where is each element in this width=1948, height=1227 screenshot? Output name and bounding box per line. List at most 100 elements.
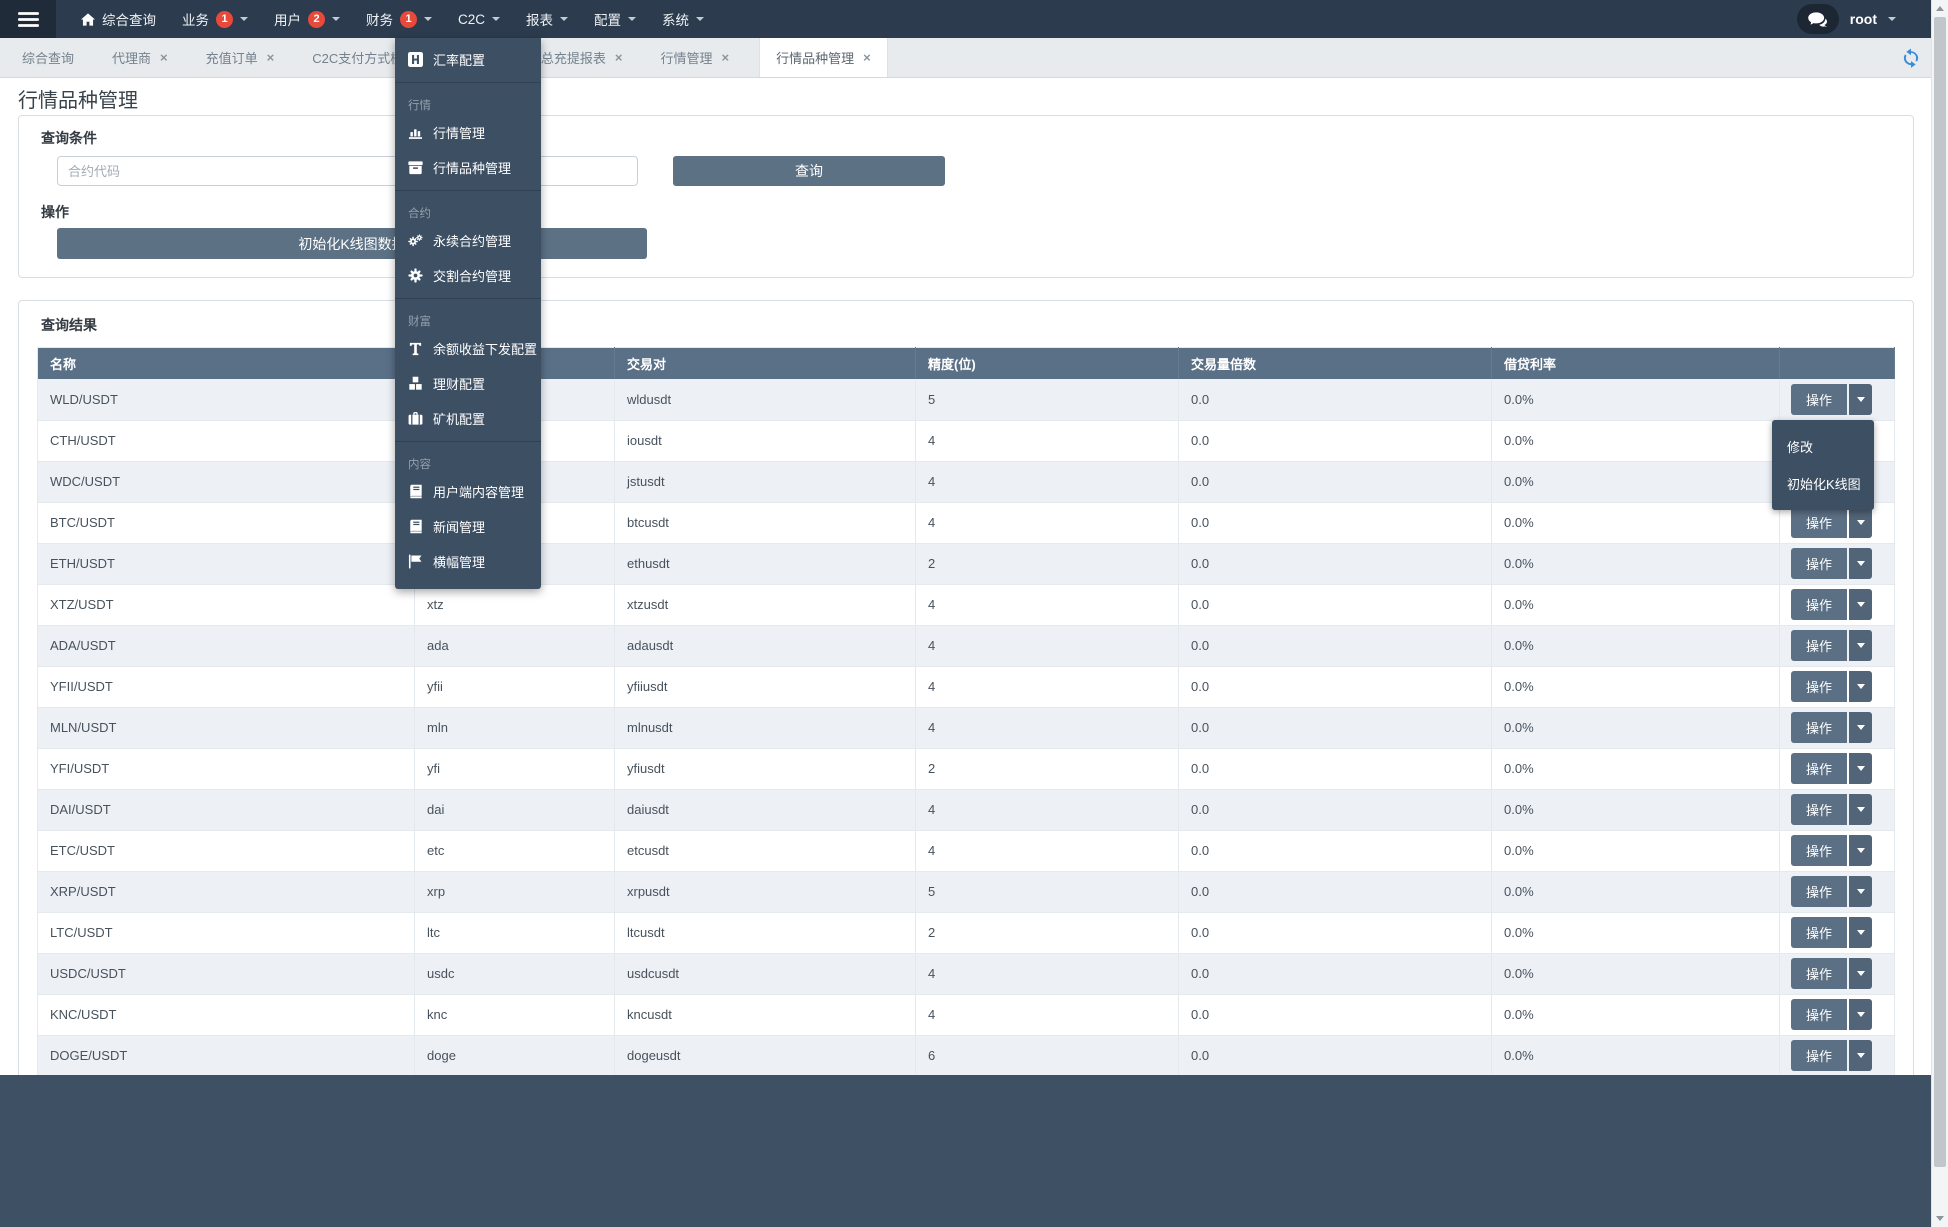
row-action-caret-button[interactable] [1849,589,1872,620]
row-menu-item-edit[interactable]: 修改 [1772,428,1874,465]
row-action-caret-button[interactable] [1849,876,1872,907]
refresh-tabs-button[interactable] [1901,48,1921,68]
row-action-button[interactable]: 操作 [1791,999,1847,1030]
row-action-dropdown-menu: 修改 初始化K线图 [1772,420,1874,510]
menu-section-header: 财富 [408,316,431,328]
row-action-button[interactable]: 操作 [1791,507,1847,538]
row-action-caret-button[interactable] [1849,671,1872,702]
navbar-item-finance[interactable]: 财务 1 [353,0,445,38]
cell-actions: 操作 [1779,666,1895,708]
navbar-item-system[interactable]: 系统 [649,0,717,38]
cubes-icon [408,376,423,391]
contract-code-input[interactable] [57,156,638,186]
table-row: DAI/USDT dai daiusdt 4 0.0 0.0% 操作 [37,789,1895,831]
tab-deposit-withdraw-report[interactable]: 总充提报表 × [533,38,631,77]
c2c-menu-item-delivery-contract-management[interactable]: 交割合约管理 [395,258,541,293]
row-action-caret-button[interactable] [1849,835,1872,866]
c2c-menu-item-banner-management[interactable]: 横幅管理 [395,544,541,579]
scrollbar-thumb[interactable] [1934,17,1946,1167]
row-action-caret-button[interactable] [1849,548,1872,579]
messages-button[interactable] [1796,4,1839,34]
menu-divider [395,82,541,83]
cell-borrow-rate: 0.0% [1491,871,1780,913]
row-action-caret-button[interactable] [1849,753,1872,784]
row-action-button[interactable]: 操作 [1791,630,1847,661]
close-icon[interactable]: × [721,50,729,65]
row-action-button[interactable]: 操作 [1791,794,1847,825]
cell-volume-multiple: 0.0 [1178,994,1492,1036]
row-action-caret-button[interactable] [1849,383,1872,415]
row-action-caret-button[interactable] [1849,630,1872,661]
c2c-menu-item-exchange-rate-config[interactable]: 汇率配置 [395,42,541,77]
cell-name: YFII/USDT [37,666,415,708]
tab-market-symbol-management[interactable]: 行情品种管理 × [759,38,888,77]
cell-pair: wldusdt [614,379,916,421]
tab-market-management[interactable]: 行情管理 × [652,38,737,77]
c2c-menu-item-balance-income-config[interactable]: 余额收益下发配置 [395,331,541,366]
scrollbar-down-arrow[interactable] [1936,1216,1944,1221]
row-action-button[interactable]: 操作 [1791,753,1847,784]
row-action-button[interactable]: 操作 [1791,383,1847,415]
row-action-button[interactable]: 操作 [1791,876,1847,907]
cell-pair: dogeusdt [614,1035,916,1077]
c2c-menu-item-client-content-management[interactable]: 用户端内容管理 [395,474,541,509]
row-menu-item-init-kline[interactable]: 初始化K线图 [1772,465,1874,502]
row-action-button[interactable]: 操作 [1791,712,1847,743]
chevron-down-icon [1888,17,1896,21]
c2c-menu-item-perpetual-contract-management[interactable]: 永续合约管理 [395,223,541,258]
c2c-menu-item-news-management[interactable]: 新闻管理 [395,509,541,544]
search-button[interactable]: 查询 [673,156,945,186]
table-row: KNC/USDT knc kncusdt 4 0.0 0.0% 操作 [37,994,1895,1036]
row-action-button[interactable]: 操作 [1791,958,1847,989]
row-action-split-button: 操作 [1791,917,1872,948]
row-action-button[interactable]: 操作 [1791,589,1847,620]
row-action-caret-button[interactable] [1849,712,1872,743]
username-menu[interactable]: root [1850,11,1877,27]
cell-actions: 操作 [1779,584,1895,626]
scrollbar-up-arrow[interactable] [1936,6,1944,11]
flag-icon [408,554,423,569]
vertical-scrollbar[interactable] [1931,0,1948,1227]
row-action-button[interactable]: 操作 [1791,835,1847,866]
cell-name: LTC/USDT [37,912,415,954]
row-action-button[interactable]: 操作 [1791,548,1847,579]
row-action-caret-button[interactable] [1849,507,1872,538]
row-action-caret-button[interactable] [1849,999,1872,1030]
tab-deposit-orders[interactable]: 充值订单 × [198,38,283,77]
c2c-menu-item-miner-config[interactable]: 矿机配置 [395,401,541,436]
cell-code: yfii [414,666,615,708]
navbar-item-business[interactable]: 业务 1 [169,0,261,38]
cell-borrow-rate: 0.0% [1491,625,1780,667]
cell-code: xtz [414,584,615,626]
row-action-caret-button[interactable] [1849,958,1872,989]
c2c-menu-item-market-symbol-management[interactable]: 行情品种管理 [395,150,541,185]
tab-agents[interactable]: 代理商 × [104,38,176,77]
results-label: 查询结果 [41,317,97,333]
sidebar-toggle-button[interactable] [0,0,56,38]
navbar-item-c2c[interactable]: C2C [445,0,513,38]
row-action-button[interactable]: 操作 [1791,1040,1847,1071]
row-action-caret-button[interactable] [1849,917,1872,948]
close-icon[interactable]: × [615,50,623,65]
row-action-button[interactable]: 操作 [1791,917,1847,948]
cell-name: DAI/USDT [37,789,415,831]
navbar-item-users[interactable]: 用户 2 [261,0,353,38]
cell-volume-multiple: 0.0 [1178,1035,1492,1077]
row-action-caret-button[interactable] [1849,794,1872,825]
navbar-item-summary[interactable]: 综合查询 [68,0,169,38]
init-kline-data-button[interactable]: 初始化K线图数据 [57,228,647,259]
row-action-caret-button[interactable] [1849,1040,1872,1071]
c2c-menu-item-wealth-config[interactable]: 理财配置 [395,366,541,401]
table-row: WLD/USDT wldusdt 5 0.0 0.0% 操作 [37,379,1895,421]
navbar-item-config[interactable]: 配置 [581,0,649,38]
menu-section-header: 内容 [408,459,431,471]
close-icon[interactable]: × [160,50,168,65]
row-action-button[interactable]: 操作 [1791,671,1847,702]
table-row: DOGE/USDT doge dogeusdt 6 0.0 0.0% 操作 [37,1035,1895,1077]
tab-summary[interactable]: 综合查询 [14,38,82,77]
cell-precision: 4 [915,953,1179,995]
close-icon[interactable]: × [863,50,871,65]
navbar-item-reports[interactable]: 报表 [513,0,581,38]
c2c-menu-item-market-management[interactable]: 行情管理 [395,115,541,150]
close-icon[interactable]: × [267,50,275,65]
